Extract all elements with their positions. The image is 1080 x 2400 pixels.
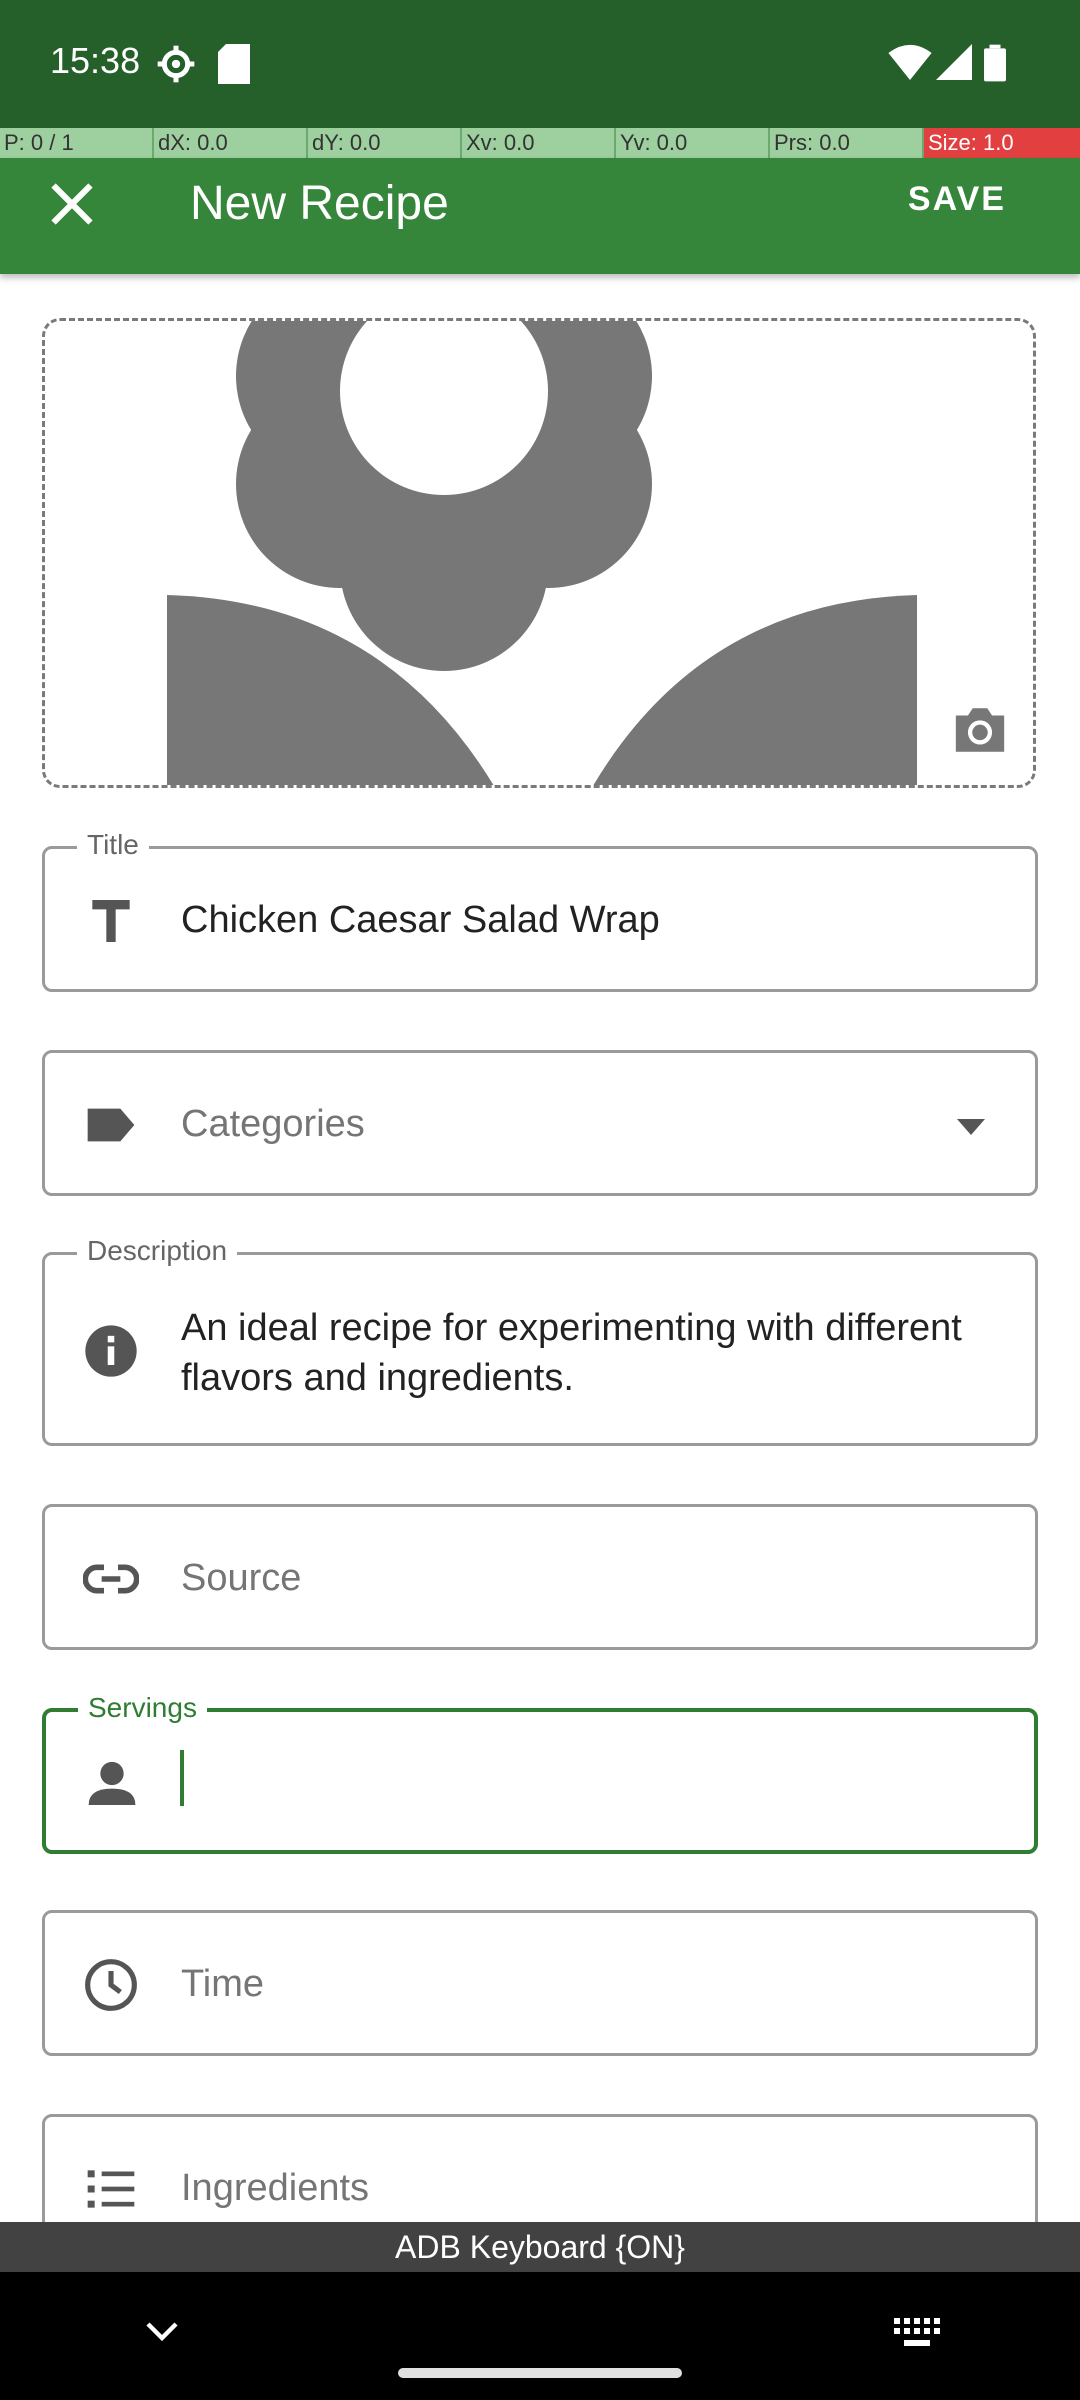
close-icon[interactable] (44, 176, 100, 232)
overlay-pointer: P: 0 / 1 (0, 128, 154, 158)
info-icon (85, 1325, 137, 1377)
source-input[interactable]: Source (181, 1557, 301, 1600)
settings-icon (157, 45, 195, 83)
status-time: 15:38 (50, 40, 141, 81)
ingredients-input[interactable]: Ingredients (181, 2167, 369, 2210)
overlay-prs: Prs: 0.0 (770, 128, 924, 158)
overlay-yv: Yv: 0.0 (616, 128, 770, 158)
link-icon (83, 1564, 139, 1594)
servings-label: Servings (78, 1692, 207, 1724)
page-title: New Recipe (190, 177, 449, 230)
app-bar: New Recipe SAVE (0, 158, 1080, 274)
keyboard-icon[interactable] (894, 2318, 940, 2348)
sd-card-icon (218, 44, 250, 84)
time-input[interactable]: Time (181, 1963, 264, 2006)
keyboard-indicator: ADB Keyboard {ON} (0, 2222, 1080, 2272)
person-icon (88, 1761, 136, 1805)
title-label: Title (77, 829, 149, 861)
description-input[interactable]: An ideal recipe for experimenting with d… (181, 1303, 1001, 1403)
source-field[interactable]: Source (42, 1504, 1038, 1650)
description-field[interactable]: Description An ideal recipe for experime… (42, 1235, 1038, 1446)
title-field[interactable]: Title Chicken Caesar Salad Wrap (42, 829, 1038, 992)
servings-field[interactable]: Servings (42, 1692, 1038, 1854)
navigation-bar (0, 2272, 1080, 2400)
camera-icon[interactable] (951, 705, 1009, 755)
text-cursor (180, 1750, 184, 1806)
pointer-location-overlay: P: 0 / 1 dX: 0.0 dY: 0.0 Xv: 0.0 Yv: 0.0… (0, 128, 1080, 158)
chevron-down-icon[interactable] (144, 2320, 180, 2344)
signal-icon (936, 44, 972, 80)
text-icon (92, 900, 130, 942)
status-bar: 15:38 (0, 0, 1080, 128)
label-icon (87, 1108, 135, 1142)
overlay-size: Size: 1.0 (924, 128, 1080, 158)
chevron-down-icon[interactable] (951, 1113, 991, 1141)
description-label: Description (77, 1235, 238, 1267)
categories-select[interactable]: Categories (181, 1103, 365, 1146)
wifi-icon (888, 44, 932, 80)
overlay-xv: Xv: 0.0 (462, 128, 616, 158)
flower-placeholder-image (167, 321, 917, 785)
clock-icon (85, 1959, 137, 2011)
save-button[interactable]: SAVE (908, 180, 1006, 219)
title-input[interactable]: Chicken Caesar Salad Wrap (181, 899, 660, 942)
home-handle[interactable] (398, 2368, 682, 2378)
overlay-dy: dY: 0.0 (308, 128, 462, 158)
categories-field[interactable]: Categories (42, 1050, 1038, 1196)
overlay-dx: dX: 0.0 (154, 128, 308, 158)
time-field[interactable]: Time (42, 1910, 1038, 2056)
battery-icon (984, 44, 1006, 82)
recipe-image-picker[interactable] (42, 318, 1036, 788)
list-icon (87, 2170, 135, 2208)
